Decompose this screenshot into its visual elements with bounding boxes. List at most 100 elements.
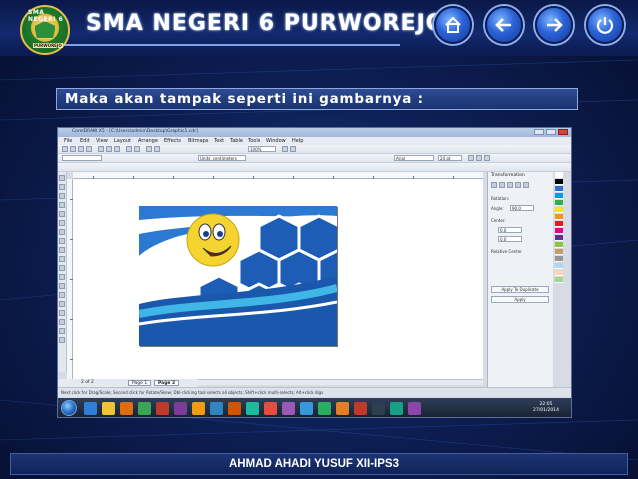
menu-bitmaps[interactable]: Bitmaps: [188, 138, 209, 144]
back-button[interactable]: [485, 6, 523, 44]
menu-edit[interactable]: Edit: [80, 138, 90, 144]
menu-window[interactable]: Window: [266, 138, 286, 144]
forward-button[interactable]: [535, 6, 573, 44]
system-clock[interactable]: 22:05 27/01/2014: [533, 402, 559, 414]
app-icon[interactable]: [228, 402, 241, 415]
crop-tool-icon[interactable]: [59, 193, 65, 199]
print-icon[interactable]: [86, 146, 92, 152]
app-icon[interactable]: [264, 402, 277, 415]
text-tool-icon[interactable]: [59, 265, 65, 271]
start-button[interactable]: [61, 400, 77, 416]
swatch[interactable]: [555, 193, 563, 199]
tab-page-1[interactable]: Page 1: [128, 380, 152, 386]
app-icon[interactable]: [300, 402, 313, 415]
save-icon[interactable]: [78, 146, 84, 152]
minimize-icon[interactable]: [534, 129, 544, 135]
swatch[interactable]: [555, 214, 563, 220]
app-icon[interactable]: [354, 402, 367, 415]
swatch[interactable]: [555, 207, 563, 213]
angle-input[interactable]: 90.0: [510, 205, 534, 211]
maximize-icon[interactable]: [546, 129, 556, 135]
freehand-tool-icon[interactable]: [59, 211, 65, 217]
swatch[interactable]: [555, 256, 563, 262]
coreldraw-icon[interactable]: [336, 402, 349, 415]
center-h-input[interactable]: 0.0: [498, 227, 522, 233]
drawing-canvas[interactable]: [73, 179, 483, 379]
swatch[interactable]: [555, 270, 563, 276]
font-name-field[interactable]: Arial: [394, 155, 434, 161]
app-icon[interactable]: [138, 402, 151, 415]
units-field[interactable]: Units: centimeters: [198, 155, 246, 161]
italic-icon[interactable]: [476, 155, 482, 161]
app-icon[interactable]: [318, 402, 331, 415]
apply-button[interactable]: Apply: [491, 296, 549, 303]
paste-icon[interactable]: [114, 146, 120, 152]
zoom-field[interactable]: 100%: [248, 146, 276, 152]
table-tool-icon[interactable]: [59, 274, 65, 280]
connector-tool-icon[interactable]: [59, 292, 65, 298]
apply-to-duplicate-button[interactable]: Apply To Duplicate: [491, 286, 549, 293]
redo-icon[interactable]: [134, 146, 140, 152]
outline-tool-icon[interactable]: [59, 319, 65, 325]
tab-page-2[interactable]: Page 2: [154, 380, 180, 386]
underline-icon[interactable]: [484, 155, 490, 161]
home-button[interactable]: [434, 6, 472, 44]
undo-icon[interactable]: [126, 146, 132, 152]
menu-layout[interactable]: Layout: [114, 138, 131, 144]
swatch[interactable]: [555, 172, 563, 178]
menu-file[interactable]: File: [64, 138, 72, 144]
close-icon[interactable]: [558, 129, 568, 135]
ie-icon[interactable]: [84, 402, 97, 415]
menu-text[interactable]: Text: [214, 138, 224, 144]
polygon-tool-icon[interactable]: [59, 247, 65, 253]
app-icon[interactable]: [174, 402, 187, 415]
zoom-tool-icon[interactable]: [59, 202, 65, 208]
app-icon[interactable]: [408, 402, 421, 415]
import-icon[interactable]: [146, 146, 152, 152]
bold-icon[interactable]: [468, 155, 474, 161]
ellipse-tool-icon[interactable]: [59, 238, 65, 244]
menu-effects[interactable]: Effects: [164, 138, 181, 144]
position-tab-icon[interactable]: [491, 182, 497, 188]
dimension-tool-icon[interactable]: [59, 283, 65, 289]
swatch[interactable]: [555, 200, 563, 206]
swatch[interactable]: [555, 235, 563, 241]
cut-icon[interactable]: [98, 146, 104, 152]
app-icon[interactable]: [372, 402, 385, 415]
artwork-page[interactable]: [139, 206, 337, 346]
skew-tab-icon[interactable]: [523, 182, 529, 188]
app-icon[interactable]: [210, 402, 223, 415]
rectangle-tool-icon[interactable]: [59, 229, 65, 235]
new-icon[interactable]: [62, 146, 68, 152]
menu-tools[interactable]: Tools: [248, 138, 260, 144]
pick-tool-icon[interactable]: [59, 175, 65, 181]
menu-view[interactable]: View: [96, 138, 108, 144]
menu-help[interactable]: Help: [292, 138, 303, 144]
menu-arrange[interactable]: Arrange: [138, 138, 158, 144]
swatch[interactable]: [555, 277, 563, 283]
app-icon[interactable]: [192, 402, 205, 415]
copy-icon[interactable]: [106, 146, 112, 152]
relative-center-checkbox[interactable]: Relative Center: [491, 249, 522, 254]
export-icon[interactable]: [154, 146, 160, 152]
snap-icon[interactable]: [282, 146, 288, 152]
options-icon[interactable]: [290, 146, 296, 152]
power-button[interactable]: [586, 6, 624, 44]
swatch[interactable]: [555, 186, 563, 192]
media-icon[interactable]: [120, 402, 133, 415]
folder-icon[interactable]: [102, 402, 115, 415]
eyedropper-tool-icon[interactable]: [59, 310, 65, 316]
app-icon[interactable]: [156, 402, 169, 415]
open-icon[interactable]: [70, 146, 76, 152]
swatch[interactable]: [555, 228, 563, 234]
interactive-fill-tool-icon[interactable]: [59, 337, 65, 343]
font-size-field[interactable]: 24 pt: [438, 155, 462, 161]
app-icon[interactable]: [246, 402, 259, 415]
center-v-input[interactable]: 0.0: [498, 236, 522, 242]
fill-tool-icon[interactable]: [59, 328, 65, 334]
menu-table[interactable]: Table: [230, 138, 243, 144]
scale-tab-icon[interactable]: [507, 182, 513, 188]
size-tab-icon[interactable]: [515, 182, 521, 188]
blend-tool-icon[interactable]: [59, 301, 65, 307]
swatch[interactable]: [555, 249, 563, 255]
